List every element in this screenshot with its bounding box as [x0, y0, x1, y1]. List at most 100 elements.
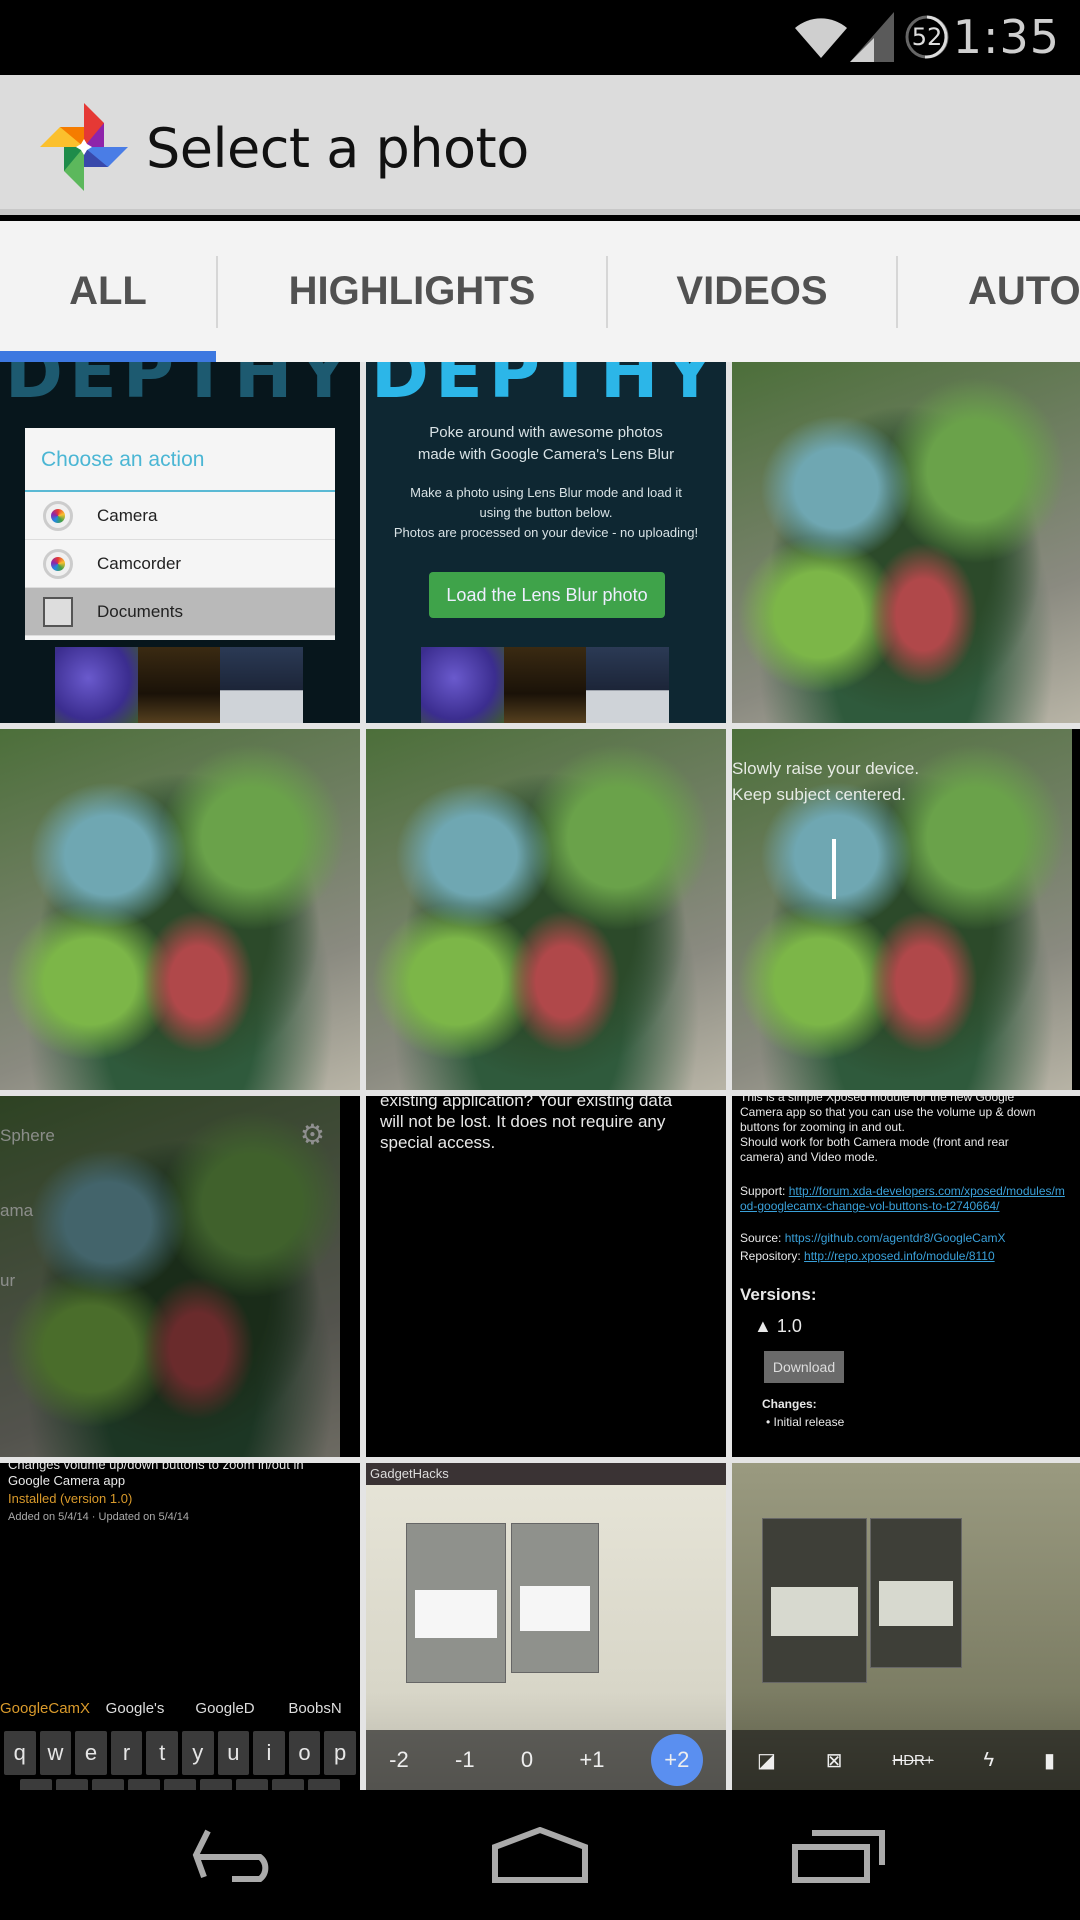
- tab-bar: ALL HIGHLIGHTS VIDEOS AUTO: [0, 221, 1080, 362]
- sample-thumb: [421, 647, 504, 723]
- key: f: [128, 1779, 160, 1790]
- ev-value: +1: [579, 1747, 605, 1772]
- keyboard-row: a s d f g h j k l: [20, 1779, 340, 1790]
- tab-all[interactable]: ALL: [0, 221, 216, 362]
- photo-thumbnail-succulent-camera-menu[interactable]: Sphere ama ur ⚙: [0, 1096, 360, 1457]
- cell-signal-icon: [850, 12, 894, 62]
- ev-value: 0: [520, 1747, 534, 1772]
- photo-grid: DEPTHY Choose an action Camera Camcorder…: [0, 362, 1080, 1790]
- key: s: [56, 1779, 88, 1790]
- dialog-option-camera: Camera: [25, 492, 335, 540]
- source-line: Source: https://github.com/agentdr8/Goog…: [740, 1231, 1006, 1245]
- ev-value: -2: [389, 1747, 409, 1772]
- recents-icon: [792, 1830, 885, 1883]
- home-button[interactable]: [480, 1820, 600, 1890]
- grid-off-icon: ⊠: [825, 1749, 843, 1772]
- page-title: Select a photo: [146, 117, 529, 180]
- embedded-screenshot: [406, 1523, 506, 1683]
- version-row: ▲ 1.0: [754, 1316, 802, 1336]
- camera-switch-icon: ▮: [1044, 1749, 1056, 1772]
- key: e: [75, 1731, 107, 1775]
- documents-icon: [41, 596, 75, 627]
- sample-thumb: [55, 647, 138, 723]
- overlay-text: Slowly raise your device.: [732, 759, 920, 778]
- key: j: [236, 1779, 268, 1790]
- sample-thumb: [137, 647, 221, 723]
- key: q: [4, 1731, 36, 1775]
- key: g: [164, 1779, 196, 1790]
- text-line: buttons for zooming in and out.: [740, 1120, 905, 1134]
- exposure-compensation-bar: -2 -1 0 +1 +2: [366, 1730, 726, 1790]
- text-line: Make a photo using Lens Blur mode and lo…: [410, 485, 682, 500]
- key: u: [217, 1731, 250, 1775]
- text-line: Changes volume up/down buttons to zoom i…: [8, 1463, 304, 1472]
- back-button[interactable]: [180, 1820, 300, 1890]
- repository-line: Repository: http://repo.xposed.info/modu…: [740, 1249, 995, 1263]
- tab-auto[interactable]: AUTO: [898, 221, 1080, 362]
- text-line: This is a simple Xposed module for the n…: [740, 1096, 1015, 1104]
- text-line: camera) and Video mode.: [740, 1150, 878, 1164]
- text-line: will not be lost. It does not require an…: [380, 1112, 666, 1131]
- photo-thumbnail-xposed-installer[interactable]: Changes volume up/down buttons to zoom i…: [0, 1463, 360, 1790]
- depthy-logo-text: DEPTHY: [4, 362, 356, 414]
- recents-button[interactable]: [780, 1820, 900, 1890]
- text-line: Poke around with awesome photos: [429, 424, 663, 441]
- dates-line: Added on 5/4/14 · Updated on 5/4/14: [8, 1511, 190, 1523]
- battery-level: 52: [911, 23, 943, 51]
- dialog-option-camcorder: Camcorder: [25, 540, 335, 588]
- action-bar: Select a photo: [0, 75, 1080, 215]
- menu-fragment: ama: [0, 1201, 34, 1220]
- status-bar: 52 1:35: [0, 0, 1080, 75]
- battery-indicator: 52: [904, 14, 950, 60]
- flash-auto-icon: ϟ: [983, 1748, 995, 1771]
- key: o: [288, 1731, 321, 1775]
- photo-thumbnail-succulent-panorama[interactable]: Slowly raise your device. Keep subject c…: [732, 729, 1080, 1090]
- embedded-screenshot: [762, 1518, 867, 1683]
- keyboard-suggestions: GoogleCamX Google's GoogleD BoobsN: [0, 1688, 360, 1728]
- suggestion: GoogleD: [195, 1699, 255, 1717]
- tab-videos[interactable]: VIDEOS: [608, 221, 896, 362]
- photo-thumbnail-xposed-module[interactable]: This is a simple Xposed module for the n…: [732, 1096, 1080, 1457]
- photo-thumbnail-monitor-camera[interactable]: ◪ ⊠ HDR+ ϟ ▮: [732, 1463, 1080, 1790]
- camera-app-icon: [41, 500, 75, 531]
- choose-action-dialog: Choose an action Camera Camcorder Docume…: [25, 428, 335, 640]
- embedded-screenshot: [511, 1523, 599, 1673]
- key: h: [200, 1779, 232, 1790]
- exposure-icon: ◪: [756, 1749, 776, 1772]
- keyboard-row: q w e r t y u i o p: [4, 1731, 356, 1775]
- photo-thumbnail-depthy-landing[interactable]: DEPTHY Poke around with awesome photos m…: [366, 362, 726, 723]
- installed-status: Installed (version 1.0): [8, 1491, 133, 1506]
- photo-thumbnail-succulent[interactable]: [732, 362, 1080, 723]
- dialog-title: Choose an action: [25, 428, 335, 492]
- dialog-option-documents: Documents: [25, 588, 335, 636]
- wifi-icon: [795, 18, 847, 58]
- photo-thumbnail-succulent[interactable]: [0, 729, 360, 1090]
- key: r: [110, 1731, 143, 1775]
- sample-thumbnails: [55, 647, 304, 723]
- key: a: [20, 1779, 52, 1790]
- support-line: Support: http://forum.xda-developers.com…: [740, 1184, 1065, 1213]
- key: i: [253, 1731, 285, 1775]
- back-icon: [192, 1829, 269, 1882]
- key: t: [146, 1731, 178, 1775]
- photo-thumbnail-text-screenshot[interactable]: existing application? Your existing data…: [366, 1096, 726, 1457]
- key: k: [272, 1779, 304, 1790]
- key: d: [92, 1779, 124, 1790]
- photo-thumbnail-succulent[interactable]: [366, 729, 726, 1090]
- menu-fragment: ur: [0, 1271, 16, 1290]
- photo-thumbnail-depthy-dialog[interactable]: DEPTHY Choose an action Camera Camcorder…: [0, 362, 360, 723]
- menu-fragment: Sphere: [0, 1126, 55, 1145]
- tab-highlights[interactable]: HIGHLIGHTS: [218, 221, 606, 362]
- suggestion: GoogleCamX: [0, 1699, 91, 1717]
- hdr-off-icon: HDR+: [892, 1751, 934, 1769]
- black-edge: [340, 1096, 360, 1457]
- overlay-text: Keep subject centered.: [732, 785, 906, 804]
- photo-thumbnail-monitor[interactable]: GadgetHacks -2 -1 0 +1 +2: [366, 1463, 726, 1790]
- camera-controls-bar: ◪ ⊠ HDR+ ϟ ▮: [732, 1730, 1080, 1790]
- depthy-logo-text: DEPTHY: [370, 362, 722, 414]
- ev-value: -1: [455, 1747, 475, 1772]
- load-lens-blur-button: Load the Lens Blur photo: [429, 572, 665, 618]
- key: p: [324, 1731, 356, 1775]
- google-photos-pinwheel-icon[interactable]: [36, 99, 132, 195]
- navigation-bar: [0, 1790, 1080, 1920]
